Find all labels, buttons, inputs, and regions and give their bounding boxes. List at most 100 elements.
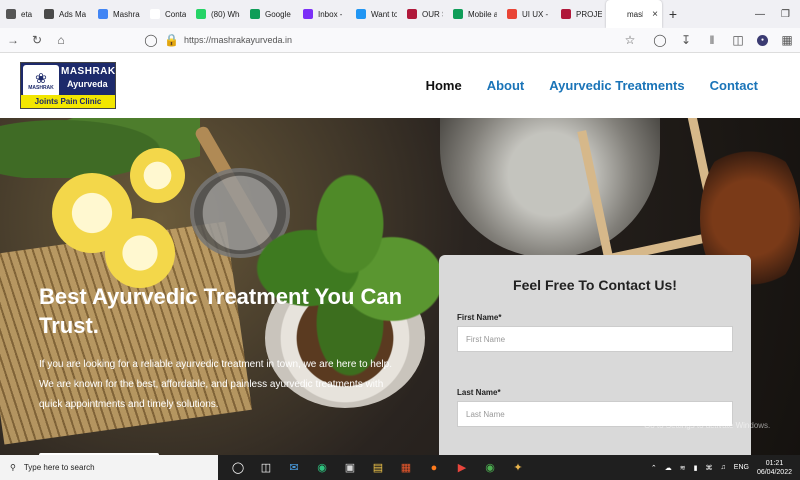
extension-icon[interactable]: ● <box>757 34 768 46</box>
url-text[interactable]: https://mashrakayurveda.in <box>184 35 292 45</box>
site-header: ❀ MASHRAK MASHRAK Ayurveda Joints Pain C… <box>0 54 800 118</box>
browser-tab[interactable]: mashrak × <box>606 0 662 28</box>
browser-tab[interactable]: PROJECT <box>555 0 606 28</box>
logo-subname: Ayurveda <box>67 79 108 89</box>
tab-favicon-icon <box>250 9 260 19</box>
office-icon[interactable]: ▦ <box>398 460 414 476</box>
browser-tab[interactable]: UI UX - <box>501 0 555 28</box>
library-icon[interactable]: ‖ <box>705 33 719 47</box>
basil-leaves-image <box>245 158 455 378</box>
browser-tab[interactable]: Ads Ma <box>38 0 92 28</box>
menu-icon[interactable]: ▦ <box>780 33 794 47</box>
tab-favicon-icon <box>507 9 517 19</box>
nav-ayurvedic-treatments[interactable]: Ayurvedic Treatments <box>549 78 684 93</box>
browser-tab[interactable]: Want to <box>350 0 401 28</box>
language-indicator[interactable]: ENG <box>734 464 749 471</box>
tab-title: UI UX - <box>522 9 549 19</box>
tab-title: Ads Ma <box>59 9 87 19</box>
chevron-up-icon[interactable]: ⌃ <box>651 464 657 472</box>
volume-icon[interactable]: ♫ <box>721 464 726 471</box>
contact-form-card: Feel Free To Contact Us! First Name* Las… <box>439 255 751 465</box>
tab-title: Inbox - <box>318 9 343 19</box>
first-name-input[interactable] <box>457 326 733 352</box>
battery-icon[interactable]: ▮ <box>694 464 698 472</box>
lemon-slice-image <box>105 218 175 288</box>
tooth-icon: ❀ <box>35 70 47 86</box>
activate-windows-watermark: Activate Windows Go to Settings to activ… <box>644 406 771 430</box>
search-placeholder: Type here to search <box>23 463 95 472</box>
home-icon[interactable]: ⌂ <box>54 33 68 47</box>
clock-date: 06/04/2022 <box>756 468 792 476</box>
tab-title: Contact <box>165 9 186 19</box>
browser-tab[interactable]: eta Bu <box>0 0 38 28</box>
clock-time: 01:21 <box>765 459 784 467</box>
mail-icon[interactable]: ✉ <box>286 460 302 476</box>
store-icon[interactable]: ▣ <box>342 460 358 476</box>
tab-favicon-icon <box>6 9 16 19</box>
tab-favicon-icon <box>453 9 463 19</box>
hero-title: Best Ayurvedic Treatment You Can Trust. <box>39 284 403 338</box>
browser-tab[interactable]: OUR SER <box>401 0 447 28</box>
nav-about[interactable]: About <box>487 78 525 93</box>
nav-contact[interactable]: Contact <box>710 78 758 93</box>
tab-title: Mobile a <box>468 9 497 19</box>
chrome-icon[interactable]: ◉ <box>482 460 498 476</box>
reload-icon[interactable]: ↻ <box>30 33 44 47</box>
network-icon[interactable]: ≋ <box>680 464 686 472</box>
clock[interactable]: 01:21 06/04/2022 <box>757 459 792 477</box>
browser-tab-strip: eta Bu Ads Ma Mashra Contact (80) Wha Google … <box>0 0 800 28</box>
tab-title: Google S <box>265 9 293 19</box>
browser-tab[interactable]: Inbox - <box>297 0 350 28</box>
site-logo[interactable]: ❀ MASHRAK MASHRAK Ayurveda Joints Pain C… <box>20 62 116 109</box>
restore-icon[interactable]: ❐ <box>781 9 790 20</box>
recorder-icon[interactable]: ▶ <box>454 460 470 476</box>
firefox-icon[interactable]: ● <box>426 460 442 476</box>
address-bar[interactable]: ◯ 🔒 https://mashrakayurveda.in ☆ <box>138 31 643 50</box>
tab-favicon-icon <box>303 9 313 19</box>
forward-icon[interactable]: → <box>6 33 20 47</box>
browser-tab[interactable]: Mobile a <box>447 0 501 28</box>
pocket-icon[interactable]: ◯ <box>653 33 667 47</box>
close-tab-icon[interactable]: × <box>652 9 658 20</box>
windows-taskbar: ⚲ Type here to search ◯ ◫ ✉ ◉ ▣ ▤ ▦ ● ▶ … <box>0 455 800 480</box>
browser-toolbar: → ↻ ⌂ ◯ 🔒 https://mashrakayurveda.in ☆ ◯… <box>0 28 800 53</box>
edge-icon[interactable]: ◉ <box>314 460 330 476</box>
search-icon: ⚲ <box>10 463 16 472</box>
logo-banner: Joints Pain Clinic <box>21 95 115 108</box>
contact-form-heading: Feel Free To Contact Us! <box>513 277 677 293</box>
browser-tab[interactable]: Mashra <box>92 0 144 28</box>
tab-favicon-icon <box>196 9 206 19</box>
bookmark-star-icon[interactable]: ☆ <box>623 33 637 47</box>
browser-tab[interactable]: Contact <box>144 0 190 28</box>
logo-name: MASHRAK <box>61 66 116 77</box>
wifi-icon[interactable]: ⌘ <box>706 464 713 472</box>
tab-favicon-icon <box>98 9 108 19</box>
tab-favicon-icon <box>612 9 622 19</box>
first-name-label: First Name* <box>457 313 502 322</box>
file-explorer-icon[interactable]: ▤ <box>370 460 386 476</box>
tab-title: OUR SER <box>422 9 443 19</box>
new-tab-button[interactable]: + <box>662 0 684 28</box>
tab-favicon-icon <box>561 9 571 19</box>
tab-title: PROJECT <box>576 9 602 19</box>
tab-favicon-icon <box>150 9 160 19</box>
tab-favicon-icon <box>407 9 417 19</box>
taskbar-search[interactable]: ⚲ Type here to search <box>0 455 218 480</box>
tab-title: eta Bu <box>21 9 34 19</box>
tab-favicon-icon <box>44 9 54 19</box>
lock-icon: 🔒 <box>164 33 179 47</box>
hero-description: If you are looking for a reliable ayurve… <box>39 359 392 410</box>
cloud-icon[interactable]: ☁ <box>665 464 672 472</box>
main-nav: Home About Ayurvedic Treatments Contact <box>426 78 758 93</box>
browser-tab[interactable]: (80) Wha <box>190 0 244 28</box>
cortana-icon[interactable]: ◯ <box>230 460 246 476</box>
tab-title: mashrak <box>627 9 643 19</box>
download-icon[interactable]: ↧ <box>679 33 693 47</box>
browser-tab[interactable]: Google S <box>244 0 297 28</box>
nav-home[interactable]: Home <box>426 78 462 93</box>
shield-icon: ◯ <box>144 33 158 47</box>
sidebar-icon[interactable]: ◫ <box>731 33 745 47</box>
minimize-icon[interactable]: — <box>755 9 765 20</box>
app-icon[interactable]: ✦ <box>510 460 526 476</box>
task-view-icon[interactable]: ◫ <box>258 460 274 476</box>
